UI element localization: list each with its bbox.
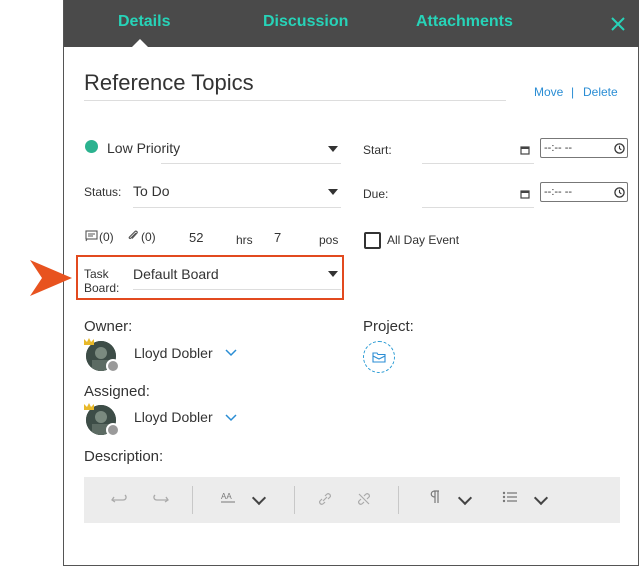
assigned-label: Assigned:: [84, 383, 150, 400]
position-unit: pos: [319, 233, 339, 247]
svg-text:AA: AA: [221, 492, 232, 501]
unlink-icon[interactable]: [356, 491, 372, 507]
start-time-value: --:-- --: [544, 142, 573, 154]
assigned-status-badge: [106, 423, 120, 437]
start-date-underline: [422, 163, 534, 164]
attachments-count: (0): [141, 230, 156, 244]
due-label: Due:: [363, 187, 389, 201]
editor-toolbar: AA: [84, 477, 620, 523]
project-label: Project:: [363, 318, 414, 335]
close-icon[interactable]: [608, 14, 628, 34]
chevron-down-icon[interactable]: [225, 414, 237, 422]
hours-unit: hrs: [236, 233, 253, 247]
status-value[interactable]: To Do: [133, 183, 170, 199]
tab-attachments[interactable]: Attachments: [416, 13, 513, 31]
active-tab-indicator: [131, 39, 149, 48]
link-separator: |: [571, 85, 575, 99]
toolbar-separator: [294, 486, 295, 514]
toolbar-separator: [192, 486, 193, 514]
list-icon[interactable]: [502, 490, 518, 504]
due-time-value: --:-- --: [544, 186, 573, 198]
move-link[interactable]: Move: [534, 85, 563, 99]
priority-underline: [161, 163, 341, 164]
font-size-chevron-icon[interactable]: [251, 490, 267, 506]
redo-icon[interactable]: [151, 492, 169, 506]
description-label: Description:: [84, 448, 164, 465]
paragraph-chevron-icon[interactable]: [457, 490, 473, 506]
assigned-name[interactable]: Lloyd Dobler: [134, 409, 213, 425]
owner-label: Owner:: [84, 318, 133, 335]
calendar-icon[interactable]: [520, 189, 530, 199]
project-picker[interactable]: [363, 341, 395, 373]
font-size-icon[interactable]: AA: [221, 491, 237, 503]
owner-status-badge: [106, 359, 120, 373]
priority-dot: [85, 140, 98, 153]
status-label: Status:: [84, 185, 122, 199]
notes-icon[interactable]: [85, 230, 98, 242]
owner-name[interactable]: Lloyd Dobler: [134, 345, 213, 361]
all-day-checkbox[interactable]: [364, 232, 381, 249]
crown-icon: [84, 403, 94, 410]
notes-count: (0): [99, 230, 114, 244]
priority-value[interactable]: Low Priority: [107, 140, 180, 156]
paperclip-icon[interactable]: [127, 229, 139, 242]
calendar-icon[interactable]: [520, 145, 530, 155]
chevron-down-icon[interactable]: [225, 349, 237, 357]
status-underline: [133, 207, 341, 208]
paragraph-icon[interactable]: [428, 490, 440, 504]
delete-link[interactable]: Delete: [583, 85, 618, 99]
title-underline: [84, 100, 506, 101]
annotation-arrow-icon: [30, 260, 72, 296]
due-date-underline: [422, 207, 534, 208]
task-board-highlight: [76, 255, 344, 300]
folder-icon: [372, 352, 386, 363]
list-chevron-icon[interactable]: [533, 490, 549, 506]
clock-icon[interactable]: [614, 187, 625, 198]
crown-icon: [84, 338, 94, 345]
all-day-label: All Day Event: [387, 233, 460, 247]
clock-icon[interactable]: [614, 143, 625, 154]
start-label: Start:: [363, 143, 392, 157]
task-title[interactable]: Reference Topics: [84, 70, 254, 96]
tab-bar: Details Discussion Attachments: [64, 0, 639, 48]
toolbar-separator: [398, 486, 399, 514]
priority-dropdown-caret[interactable]: [328, 146, 338, 152]
position-value[interactable]: 7: [274, 230, 281, 245]
status-dropdown-caret[interactable]: [328, 189, 338, 195]
undo-icon[interactable]: [111, 492, 129, 506]
tab-details[interactable]: Details: [118, 13, 170, 31]
link-icon[interactable]: [317, 491, 333, 507]
tab-discussion[interactable]: Discussion: [263, 13, 348, 31]
hours-value[interactable]: 52: [189, 230, 203, 245]
